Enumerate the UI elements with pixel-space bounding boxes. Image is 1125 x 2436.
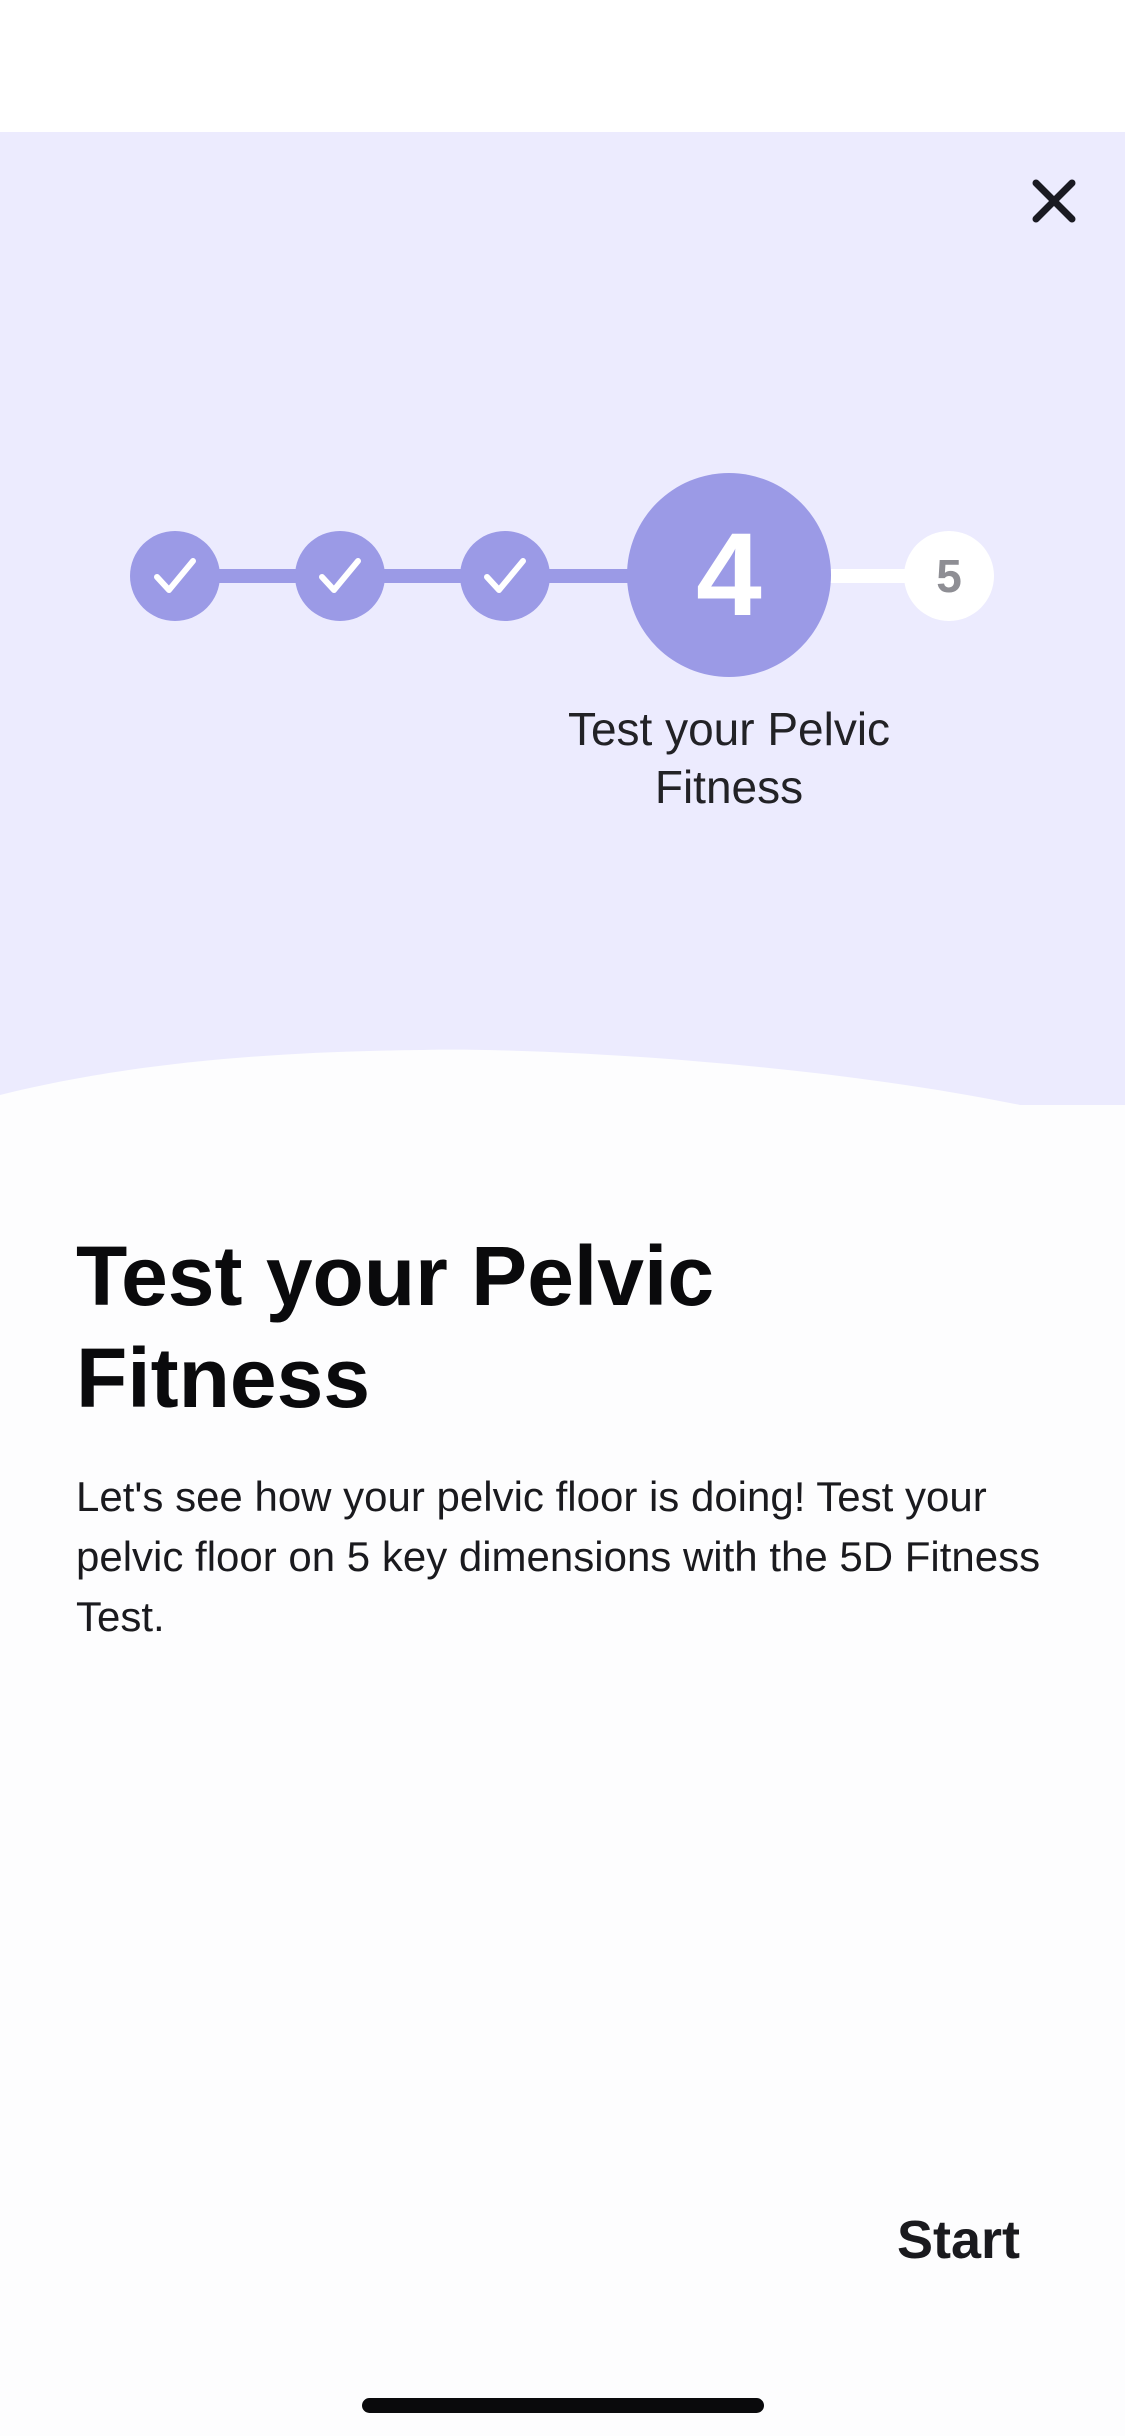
close-button[interactable] — [1019, 166, 1089, 236]
home-indicator — [362, 2398, 764, 2413]
hero-wave-background — [0, 132, 1125, 1105]
close-icon — [1032, 179, 1076, 223]
intro-content: Test your Pelvic Fitness Let's see how y… — [76, 1225, 1056, 1647]
step-4-current: 4 — [627, 473, 831, 677]
status-bar — [0, 0, 1125, 132]
step-5-upcoming: 5 — [904, 531, 994, 621]
hero-panel — [0, 132, 1125, 1137]
test-intro-screen: 4 5 Test your Pelvic Fitness Test your P… — [0, 0, 1125, 2436]
start-button[interactable]: Start — [820, 2195, 1020, 2285]
page-description: Let's see how your pelvic floor is doing… — [76, 1473, 1041, 1640]
page-title: Test your Pelvic Fitness — [76, 1229, 715, 1425]
step-1-completed — [130, 531, 220, 621]
check-icon — [484, 558, 526, 593]
step-2-completed — [295, 531, 385, 621]
check-icon — [154, 558, 196, 593]
step-3-completed — [460, 531, 550, 621]
check-icon — [319, 558, 361, 593]
